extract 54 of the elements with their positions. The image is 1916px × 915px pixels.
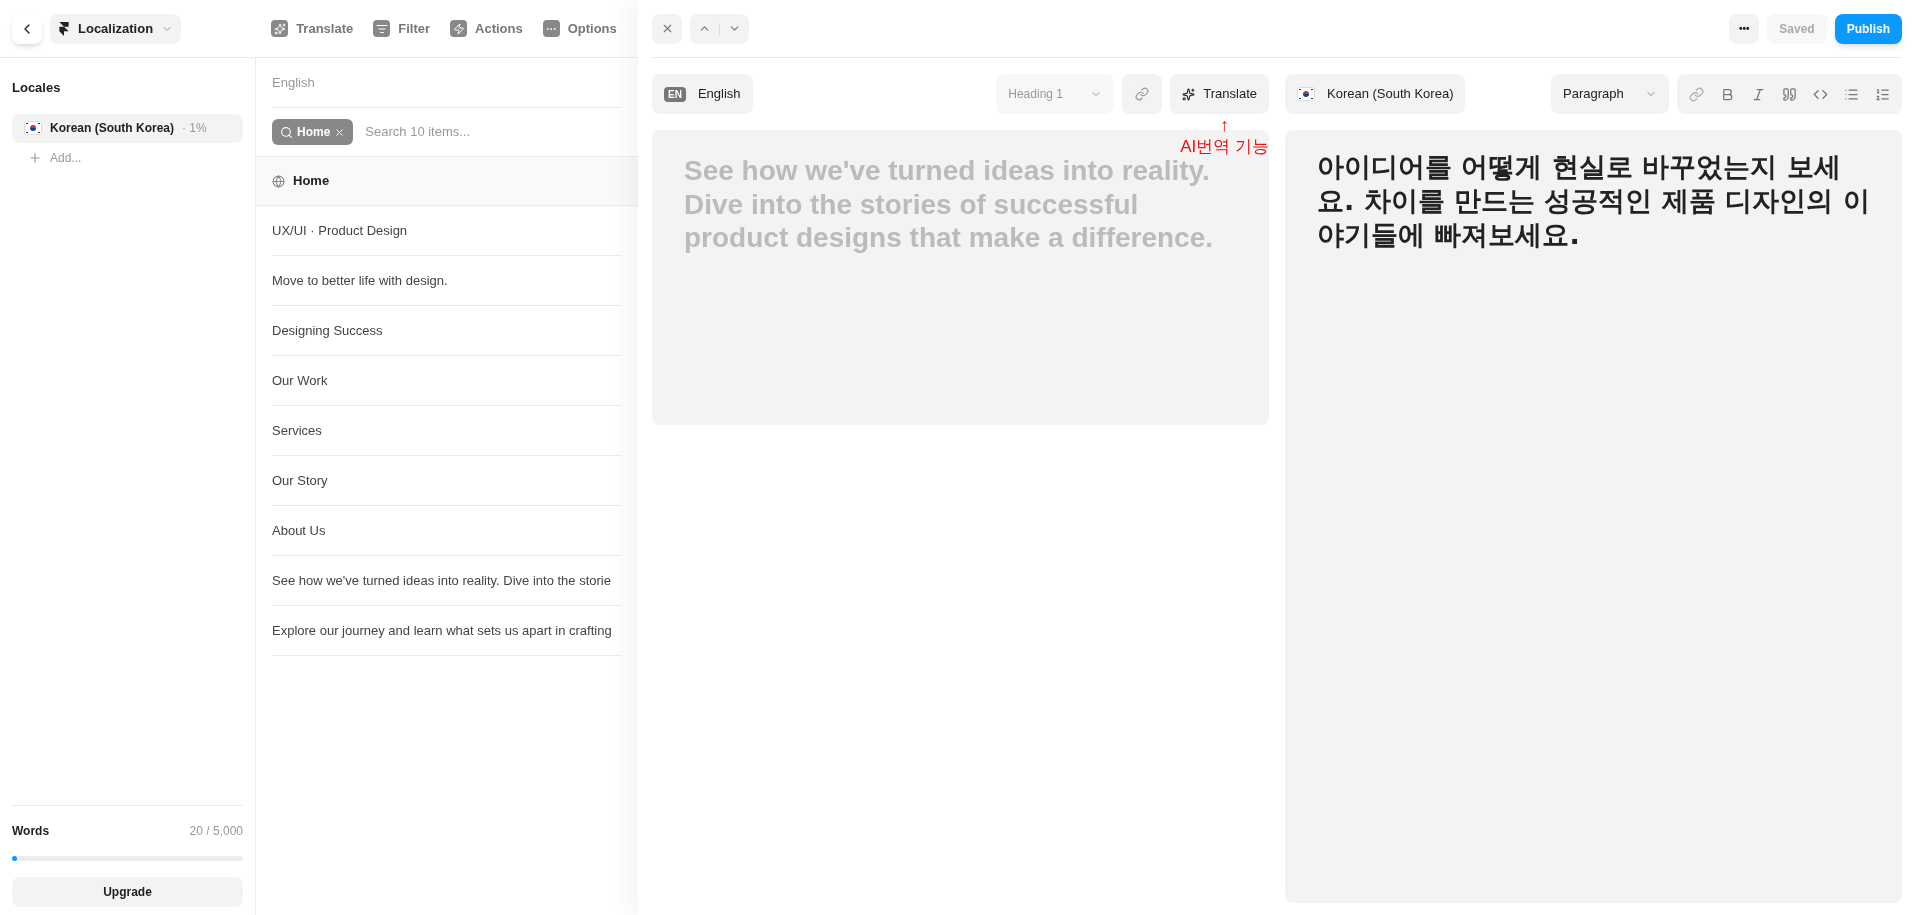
locale-progress: · 1% <box>182 120 207 137</box>
group-header[interactable]: Home <box>256 156 638 206</box>
list-item[interactable]: Our Work <box>272 370 328 391</box>
italic-icon[interactable] <box>1751 86 1766 102</box>
list-item[interactable]: About Us <box>272 520 326 541</box>
filter-chip[interactable]: Home <box>272 119 354 145</box>
locale-item[interactable]: Korean (South Korea) · 1% <box>12 113 243 143</box>
toolbar-button[interactable]: Options <box>542 18 617 39</box>
toolbar-button[interactable]: Filter <box>373 18 430 39</box>
back-button[interactable] <box>12 13 42 44</box>
words-count: 20 / 5,000 <box>189 823 243 840</box>
words-label: Words <box>12 823 50 840</box>
list-item[interactable]: Designing Success <box>272 320 383 341</box>
list-item[interactable]: Our Story <box>272 470 328 491</box>
sparkle-icon <box>271 20 289 37</box>
korea-flag-icon <box>1297 87 1315 101</box>
search-field[interactable]: Search 10 items... <box>365 122 622 142</box>
link-icon[interactable] <box>1689 86 1704 102</box>
close-icon <box>334 126 346 138</box>
language-badge: EN <box>664 86 686 102</box>
list-item[interactable]: Explore our journey and learn what sets us apart in crafting <box>272 620 612 641</box>
search-icon <box>280 125 293 139</box>
filter-icon <box>373 20 391 37</box>
translate-button[interactable]: Translate <box>1170 74 1269 114</box>
korea-flag-icon <box>24 121 42 135</box>
lightning-icon <box>450 20 467 37</box>
logo-icon <box>58 21 70 36</box>
numbered-list-icon[interactable] <box>1875 86 1890 102</box>
project-dropdown[interactable]: Localization <box>50 13 182 44</box>
list-item[interactable]: Services <box>272 420 322 441</box>
upgrade-button[interactable]: Upgrade <box>12 877 243 907</box>
source-locale-label: English <box>272 73 315 92</box>
list-item[interactable]: See how we've turned ideas into reality. Dive into the storie <box>272 570 611 591</box>
style-dropdown[interactable]: Paragraph <box>1551 74 1669 114</box>
link-icon <box>1135 87 1150 101</box>
bullet-list-icon[interactable] <box>1844 86 1859 102</box>
toolbar-button[interactable]: Actions <box>450 18 523 39</box>
more-icon <box>542 20 560 37</box>
list-item[interactable]: Move to better life with design. <box>272 270 448 291</box>
list-item[interactable]: UX/UI · Product Design <box>272 220 408 241</box>
language-selector[interactable]: Korean (South Korea) <box>1285 74 1466 114</box>
plus-icon <box>28 150 42 165</box>
target-text[interactable]: 아이디어를 어떻게 현실로 바꾸었는지 보세요. 차이를 만드는 성공적인 제품 디자인의 이야기들에 빠져보세요. <box>1317 150 1870 252</box>
toolbar-button[interactable]: Translate <box>271 18 354 39</box>
globe-icon <box>272 174 285 188</box>
more-button[interactable]: ••• <box>1729 13 1760 44</box>
source-text: See how we've turned ideas into reality. Dive into the stories of successful product designs that make a difference. <box>684 155 1215 255</box>
section-title: Locales <box>12 79 62 97</box>
language-selector[interactable]: EN English <box>652 74 753 114</box>
annotation-arrow: ↑ <box>1220 116 1230 134</box>
bold-icon[interactable] <box>1720 86 1735 102</box>
quote-icon[interactable] <box>1782 86 1797 102</box>
annotation-text: AI번역 기능 <box>1180 136 1269 158</box>
sparkle-icon <box>1182 87 1196 101</box>
